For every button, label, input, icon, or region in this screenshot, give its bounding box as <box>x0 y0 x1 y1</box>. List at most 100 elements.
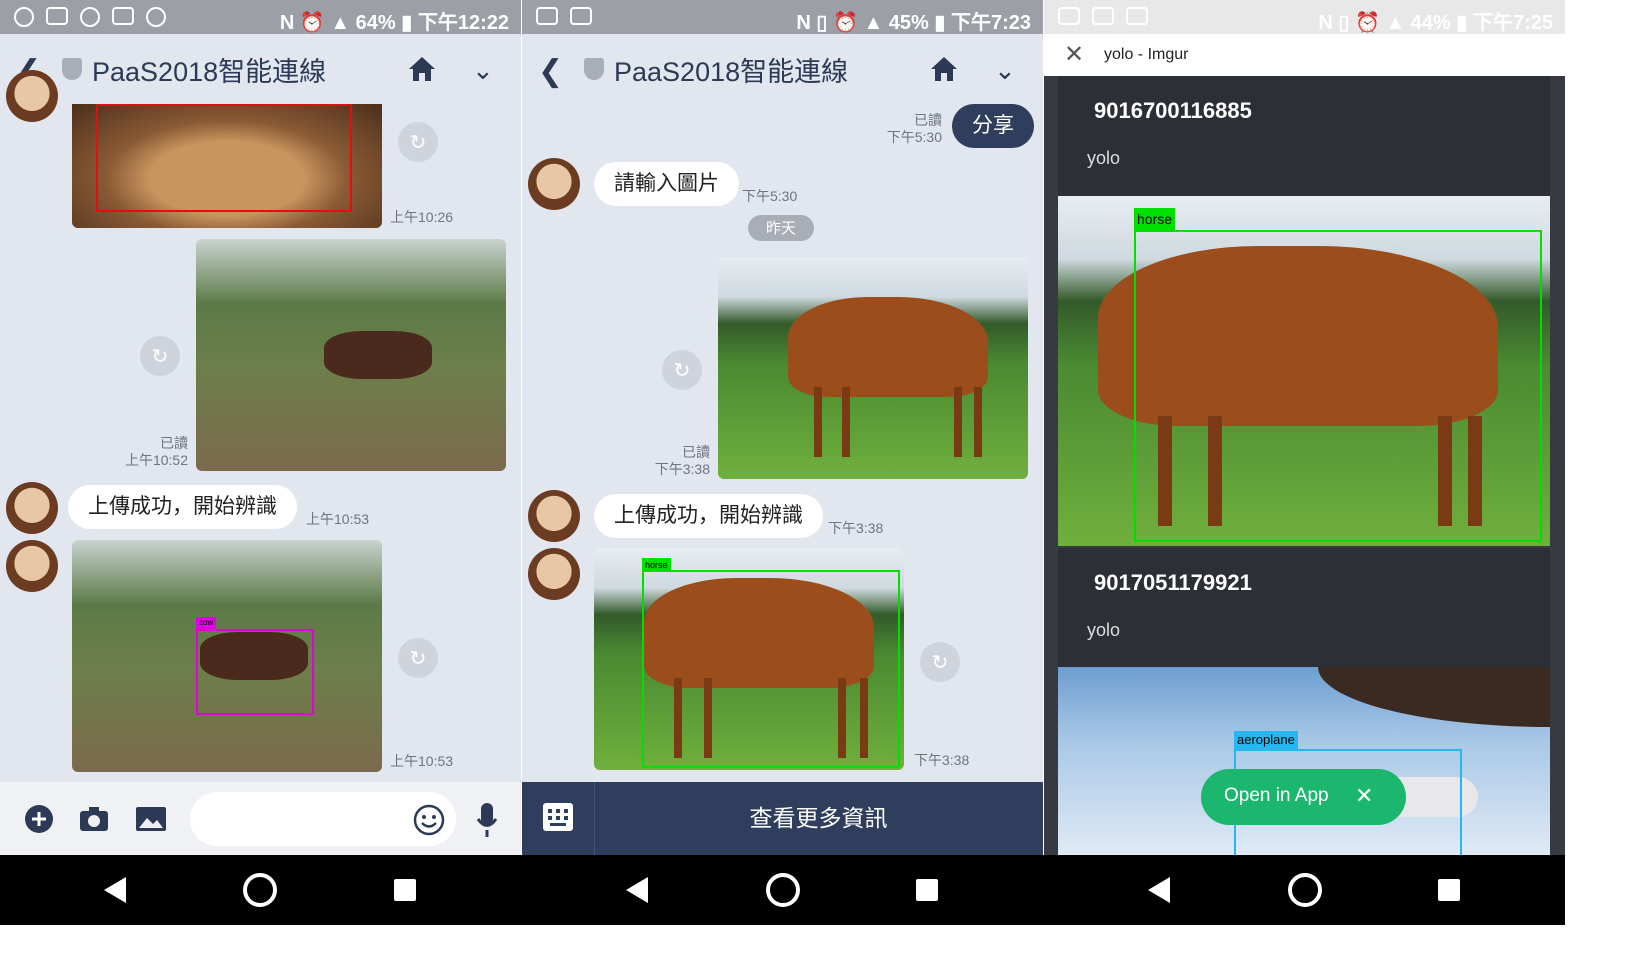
home-icon[interactable] <box>930 56 958 82</box>
post-image[interactable]: aeroplane <box>1058 667 1550 855</box>
message-timestamp: 上午10:53 <box>306 511 370 527</box>
chat-header: ❮ PaaS2018智能連線 ⌄ <box>0 34 521 104</box>
detection-label: horse <box>642 558 671 572</box>
share-icon[interactable]: ↻ <box>398 638 438 678</box>
alarm-icon: ⏰ <box>299 12 325 34</box>
line-app-icon <box>14 7 34 27</box>
back-nav-icon[interactable] <box>626 877 648 903</box>
official-account-badge-icon <box>584 58 604 80</box>
detection-box <box>196 629 314 715</box>
record-icon <box>146 7 166 27</box>
clock: 下午7:23 <box>950 12 1031 34</box>
open-in-app-button[interactable]: Open in App ✕ <box>1201 769 1406 825</box>
horse-figure <box>788 297 988 397</box>
post-title: yolo <box>1087 620 1121 640</box>
rich-menu-bar: 查看更多資訊 <box>522 782 1043 855</box>
bot-avatar[interactable] <box>6 540 58 592</box>
detection-label: horse <box>1134 208 1176 230</box>
chat-header: ❮ PaaS2018智能連線 ⌄ <box>522 34 1043 104</box>
read-label: 已讀 <box>682 444 710 460</box>
recents-nav-icon[interactable] <box>1438 879 1460 901</box>
facebook-icon <box>536 7 558 25</box>
detection-result-image[interactable]: horse <box>594 548 904 770</box>
cow-photo-message[interactable] <box>196 239 506 471</box>
share-icon[interactable]: ↻ <box>398 122 438 162</box>
umbrella-shape <box>1318 667 1550 727</box>
back-nav-icon[interactable] <box>1148 877 1170 903</box>
message-timestamp: 上午10:53 <box>390 753 454 769</box>
browser-toolbar: ✕ yolo - Imgur <box>1044 34 1565 76</box>
mail-icon <box>46 7 68 25</box>
horse-leg <box>814 387 822 457</box>
home-icon[interactable] <box>408 56 436 82</box>
home-nav-icon[interactable] <box>766 873 800 907</box>
signal-icon: ▲ <box>1385 12 1406 34</box>
bot-message-bubble[interactable]: 請輸入圖片 <box>594 162 739 206</box>
close-icon[interactable]: ✕ <box>1064 40 1084 68</box>
battery-percent: 44% <box>1410 12 1451 34</box>
status-bar: N ▯ ⏰ ▲ 45% ▮ 下午7:23 <box>522 0 1043 34</box>
mail-icon <box>570 7 592 25</box>
bot-avatar[interactable] <box>6 482 58 534</box>
post-image[interactable]: horse <box>1058 196 1550 546</box>
close-icon[interactable]: ✕ <box>1355 783 1373 809</box>
emoji-icon[interactable] <box>413 804 445 836</box>
message-timestamp: 下午5:30 <box>742 188 798 204</box>
battery-icon: ▮ <box>401 12 413 34</box>
bot-message-bubble[interactable]: 上傳成功，開始辨識 <box>594 494 823 538</box>
recents-nav-icon[interactable] <box>394 879 416 901</box>
alarm-icon: ⏰ <box>832 12 858 34</box>
chevron-down-icon[interactable]: ⌄ <box>472 56 494 86</box>
detection-label: aeroplane <box>1234 731 1298 749</box>
share-icon[interactable]: ↻ <box>140 336 180 376</box>
back-arrow-icon[interactable]: ❮ <box>538 54 563 89</box>
mail-icon <box>1092 7 1114 25</box>
recents-nav-icon[interactable] <box>916 879 938 901</box>
bot-avatar[interactable] <box>6 70 58 122</box>
detection-box <box>642 570 900 768</box>
horse-photo-message[interactable] <box>718 257 1028 479</box>
signal-icon: ▲ <box>863 12 884 34</box>
detection-result-image[interactable]: cow <box>72 540 382 772</box>
battery-percent: 64% <box>355 12 396 34</box>
share-icon[interactable]: ↻ <box>662 350 702 390</box>
android-navigation-bar <box>0 855 1565 925</box>
horse-leg <box>842 387 850 457</box>
bot-message-bubble[interactable]: 上傳成功，開始辨識 <box>68 485 297 529</box>
camera-icon[interactable] <box>79 806 109 832</box>
date-separator: 昨天 <box>748 215 815 241</box>
message-read-receipt: 已讀 下午5:30 <box>882 112 942 146</box>
detection-label: cow <box>196 617 217 629</box>
gallery-icon[interactable] <box>135 806 167 832</box>
image-icon <box>1126 7 1148 25</box>
user-message-bubble[interactable]: 分享 <box>952 104 1034 148</box>
chevron-down-icon[interactable]: ⌄ <box>994 56 1016 86</box>
message-timestamp: 上午10:26 <box>390 209 454 225</box>
read-label: 已讀 <box>160 435 188 451</box>
keyboard-icon[interactable] <box>542 802 574 832</box>
page-margin <box>1565 0 1628 965</box>
nfc-icon: N <box>279 12 295 34</box>
read-label: 已讀 <box>914 112 942 128</box>
usb-icon <box>112 7 134 25</box>
bot-avatar[interactable] <box>528 490 580 542</box>
home-nav-icon[interactable] <box>1288 873 1322 907</box>
battery-icon: ▮ <box>934 12 946 34</box>
bot-avatar[interactable] <box>528 548 580 600</box>
clock: 下午7:25 <box>1472 12 1553 34</box>
plus-icon[interactable] <box>24 804 54 834</box>
cat-image-message[interactable] <box>72 104 382 228</box>
message-read-receipt: 已讀 上午10:52 <box>120 435 188 469</box>
home-nav-icon[interactable] <box>243 873 277 907</box>
imgur-post-card[interactable]: 9016700116885 yolo horse <box>1058 76 1550 546</box>
bot-avatar[interactable] <box>528 158 580 210</box>
post-id: 9017051179921 <box>1094 570 1252 595</box>
share-icon[interactable]: ↻ <box>920 642 960 682</box>
back-nav-icon[interactable] <box>104 877 126 903</box>
cow-figure <box>324 331 432 379</box>
message-timestamp: 下午3:38 <box>828 520 884 536</box>
more-info-button[interactable]: 查看更多資訊 <box>594 782 1043 855</box>
chat-panel-1: N ⏰ ▲ 64% ▮ 下午12:22 ❮ PaaS2018智能連線 ⌄ ↻ 上… <box>0 0 521 925</box>
microphone-icon[interactable] <box>476 802 498 838</box>
message-timestamp: 下午3:38 <box>654 461 710 477</box>
